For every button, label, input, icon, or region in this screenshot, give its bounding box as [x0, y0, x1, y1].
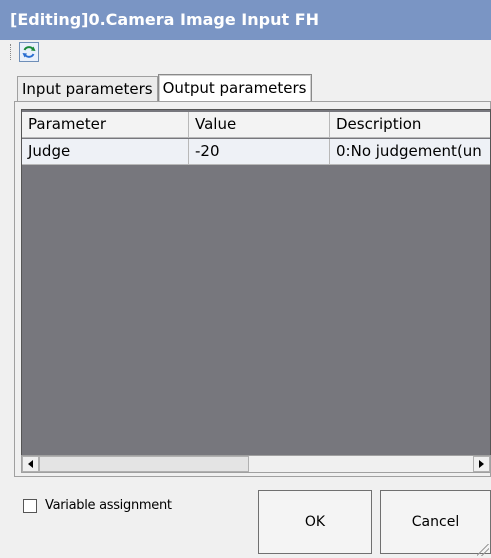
cancel-button-label: Cancel — [411, 514, 460, 530]
parameter-grid[interactable]: Parameter Value Description Judge -20 0:… — [21, 109, 491, 462]
window-title-bar: [Editing]0.Camera Image Input FH — [0, 0, 491, 40]
refresh-button[interactable] — [19, 42, 39, 62]
table-row[interactable]: Judge -20 0:No judgement(un — [22, 139, 490, 165]
cell-parameter[interactable]: Judge — [22, 139, 189, 165]
cell-description[interactable]: 0:No judgement(un — [330, 139, 490, 165]
variable-assignment-label: Variable assignment — [45, 498, 172, 513]
horizontal-scrollbar[interactable] — [21, 455, 491, 473]
parameter-tabs: Input parameters Output parameters — [17, 74, 312, 102]
column-header-description[interactable]: Description — [330, 112, 490, 138]
tab-output-parameters[interactable]: Output parameters — [157, 74, 312, 102]
variable-assignment-checkbox[interactable] — [23, 498, 37, 513]
tab-label: Output parameters — [162, 79, 307, 97]
scrollbar-thumb[interactable] — [39, 456, 249, 472]
scroll-left-button[interactable] — [22, 456, 39, 472]
arrow-left-icon — [28, 460, 33, 468]
ok-button[interactable]: OK — [258, 490, 372, 554]
toolbar — [0, 40, 491, 64]
cancel-button[interactable]: Cancel — [380, 490, 491, 554]
refresh-icon — [22, 46, 36, 58]
toolbar-grip[interactable] — [10, 44, 13, 60]
cell-value[interactable]: -20 — [189, 139, 330, 165]
column-header-parameter[interactable]: Parameter — [22, 112, 189, 138]
grid-header: Parameter Value Description — [22, 112, 490, 138]
ok-button-label: OK — [304, 514, 326, 530]
window-title: [Editing]0.Camera Image Input FH — [10, 10, 320, 29]
variable-assignment-option[interactable]: Variable assignment — [23, 498, 172, 513]
scroll-right-button[interactable] — [473, 456, 490, 472]
column-header-value[interactable]: Value — [189, 112, 330, 138]
dialog-footer: Variable assignment OK Cancel — [0, 478, 491, 558]
tab-input-parameters[interactable]: Input parameters — [17, 76, 158, 102]
resize-grip[interactable] — [477, 544, 489, 556]
arrow-right-icon — [479, 460, 484, 468]
tab-label: Input parameters — [22, 80, 153, 98]
